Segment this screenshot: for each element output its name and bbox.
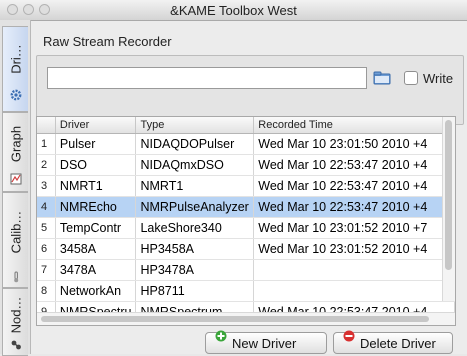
driver-type-cell: NMRPulseAnalyzer	[135, 196, 255, 218]
recorded-time-cell: Wed Mar 10 22:53:47 2010 +4	[253, 154, 455, 176]
recorded-time-cell	[253, 259, 455, 281]
driver-name-cell: 3478A	[55, 259, 137, 281]
folder-icon[interactable]	[373, 71, 391, 85]
recorded-time-cell: Wed Mar 10 22:53:47 2010 +4	[253, 175, 455, 197]
driver-type-cell: HP3478A	[135, 259, 255, 281]
row-index-cell: 2	[37, 154, 56, 176]
nodes-icon	[11, 340, 21, 350]
tab-graph[interactable]: Graph	[2, 112, 28, 192]
row-index-cell: 6	[37, 238, 56, 260]
delete-driver-button[interactable]: Delete Driver	[333, 330, 453, 354]
gear-icon	[10, 89, 22, 101]
column-header-recorded-time[interactable]: Recorded Time	[253, 117, 455, 134]
column-header-index[interactable]	[37, 117, 56, 134]
horizontal-scroll-thumb[interactable]	[41, 316, 429, 322]
recorded-time-cell	[253, 280, 455, 302]
driver-type-cell: NIDAQDOPulser	[135, 133, 255, 155]
table-row[interactable]: 2 DSO NIDAQmxDSO Wed Mar 10 22:53:47 2010 +…	[37, 154, 455, 176]
side-tab-bar: Dri… Graph Calib… Nod…	[0, 20, 31, 356]
delete-driver-label: Delete Driver	[360, 336, 436, 351]
table-row[interactable]: 5 TempContr LakeShore340 Wed Mar 10 23:01:5…	[37, 217, 455, 239]
panel-title: Raw Stream Recorder	[43, 34, 172, 49]
new-driver-label: New Driver	[232, 336, 297, 351]
driver-type-cell: HP3458A	[135, 238, 255, 260]
row-index-cell: 4	[37, 196, 56, 218]
table-vertical-scrollbar[interactable]	[442, 117, 455, 301]
row-index-cell: 5	[37, 217, 56, 239]
table-row[interactable]: 8 NetworkAn HP8711	[37, 280, 455, 302]
driver-name-cell: TempContr	[55, 217, 137, 239]
tab-nodes[interactable]: Nod…	[2, 288, 28, 356]
tab-calibration[interactable]: Calib…	[2, 192, 28, 288]
driver-type-cell: NMRT1	[135, 175, 255, 197]
delete-icon	[343, 330, 355, 342]
driver-table-grid: Driver Type Recorded Time 1 Pulser NIDAQDO…	[37, 117, 455, 323]
table-row[interactable]: 7 3478A HP3478A	[37, 259, 455, 281]
thermometer-icon	[14, 271, 19, 283]
new-driver-button[interactable]: New Driver	[205, 330, 327, 354]
tab-calibration-label: Calib…	[8, 211, 23, 254]
driver-name-cell: 3458A	[55, 238, 137, 260]
add-icon	[215, 330, 227, 342]
table-row[interactable]: 4 NMREcho NMRPulseAnalyzer Wed Mar 10 22:53…	[37, 196, 455, 218]
table-row[interactable]: 6 3458A HP3458A Wed Mar 10 23:01:52 2010 +4	[37, 238, 455, 260]
driver-table: Driver Type Recorded Time 1 Pulser NIDAQDO…	[36, 116, 456, 326]
recorded-time-cell: Wed Mar 10 23:01:52 2010 +4	[253, 238, 455, 260]
write-checkbox-label: Write	[423, 71, 454, 86]
raw-stream-recorder-panel: Raw Stream Recorder Write Driver Type Re…	[31, 20, 467, 354]
tab-graph-label: Graph	[8, 126, 23, 163]
tab-nodes-label: Nod…	[8, 296, 23, 334]
window-title: &KAME Toolbox West	[170, 3, 297, 18]
row-index-cell: 8	[37, 280, 56, 302]
table-horizontal-scrollbar[interactable]	[37, 312, 455, 325]
driver-name-cell: Pulser	[55, 133, 137, 155]
recorder-controls: Write	[36, 55, 464, 125]
table-row[interactable]: 1 Pulser NIDAQDOPulser Wed Mar 10 23:01:50 …	[37, 133, 455, 155]
row-index-cell: 3	[37, 175, 56, 197]
table-row[interactable]: 3 NMRT1 NMRT1 Wed Mar 10 22:53:47 2010 +4	[37, 175, 455, 197]
recorded-time-cell: Wed Mar 10 23:01:50 2010 +4	[253, 133, 455, 155]
title-bar: &KAME Toolbox West	[0, 0, 467, 21]
tab-drivers[interactable]: Dri…	[2, 26, 28, 112]
driver-name-cell: DSO	[55, 154, 137, 176]
driver-type-cell: HP8711	[135, 280, 255, 302]
tab-drivers-label: Dri…	[8, 44, 23, 74]
driver-name-cell: NetworkAn	[55, 280, 137, 302]
driver-name-cell: NMRT1	[55, 175, 137, 197]
column-header-type[interactable]: Type	[135, 117, 255, 134]
recorded-time-cell: Wed Mar 10 22:53:47 2010 +4	[253, 196, 455, 218]
driver-type-cell: LakeShore340	[135, 217, 255, 239]
row-index-cell: 1	[37, 133, 56, 155]
graph-icon	[10, 173, 22, 185]
row-index-cell: 7	[37, 259, 56, 281]
driver-type-cell: NIDAQmxDSO	[135, 154, 255, 176]
column-header-driver[interactable]: Driver	[55, 117, 137, 134]
write-checkbox[interactable]	[404, 71, 418, 85]
vertical-scroll-thumb[interactable]	[445, 120, 452, 270]
app-window: &KAME Toolbox West Dri… Graph Calib… Nod…	[0, 0, 467, 356]
recorded-time-cell: Wed Mar 10 23:01:52 2010 +7	[253, 217, 455, 239]
table-header-row: Driver Type Recorded Time	[37, 117, 455, 134]
filename-input[interactable]	[47, 67, 367, 89]
driver-name-cell: NMREcho	[55, 196, 137, 218]
